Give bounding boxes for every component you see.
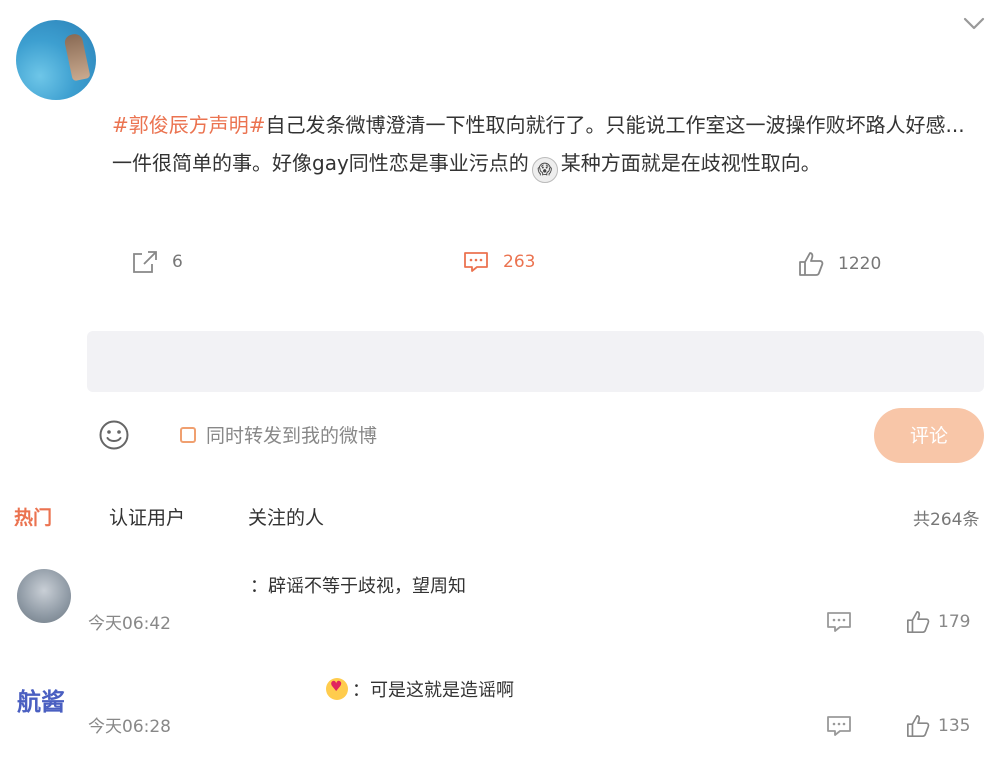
avatar-figure (63, 32, 91, 82)
like-count: 1220 (838, 254, 882, 274)
comment-time: 今天06:42 (88, 614, 171, 634)
comment-text: ：辟谣不等于歧视，望周知 (250, 576, 466, 597)
like-icon (799, 252, 824, 276)
comment-icon (464, 252, 488, 272)
comment-total: 共264条 (913, 510, 980, 530)
comment-button[interactable]: 263 (463, 248, 535, 276)
shocked-emoji-icon: 😱 (531, 157, 558, 183)
heart-eyes-emoji-icon (326, 678, 348, 700)
like-icon (907, 715, 930, 737)
reply-icon[interactable] (826, 714, 852, 742)
comment-like-button[interactable]: 135 (906, 714, 970, 738)
submit-comment-button[interactable]: 评论 (874, 408, 984, 463)
like-icon (907, 611, 930, 633)
avatar[interactable] (17, 569, 71, 623)
comment-text: ：可是这就是造谣啊 (352, 680, 514, 701)
reply-icon[interactable] (826, 610, 852, 638)
repost-icon (133, 251, 157, 273)
repost-checkbox-label: 同时转发到我的微博 (206, 425, 378, 447)
comment-like-button[interactable]: 179 (906, 610, 970, 634)
repost-count: 6 (172, 252, 183, 272)
hashtag-link[interactable]: #郭俊辰方声明# (112, 113, 266, 137)
smile-icon[interactable] (98, 419, 130, 455)
comment-time: 今天06:28 (88, 717, 171, 737)
tab-following[interactable]: 关注的人 (248, 503, 324, 530)
author-avatar[interactable] (16, 20, 96, 100)
like-button[interactable]: 1220 (798, 250, 881, 278)
comment-like-count: 179 (938, 612, 971, 632)
comment-like-count: 135 (938, 716, 971, 736)
repost-button[interactable]: 6 (132, 248, 183, 276)
repost-checkbox-row[interactable]: 同时转发到我的微博 (180, 421, 377, 448)
post-body: #郭俊辰方声明#自己发条微博澄清一下性取向就行了。只能说工作室这一波操作败坏路人… (112, 106, 982, 183)
avatar[interactable]: 航酱 (17, 682, 77, 722)
comment-input[interactable] (87, 331, 984, 392)
repost-checkbox[interactable] (180, 426, 196, 443)
comment-count: 263 (503, 252, 536, 272)
comment-text-row: ：可是这就是造谣啊 (326, 676, 514, 702)
tab-verified-users[interactable]: 认证用户 (109, 503, 185, 530)
chevron-down-icon[interactable] (962, 14, 986, 38)
post-text-part2: 某种方面就是在歧视性取向。 (560, 151, 821, 175)
tab-hot[interactable]: 热门 (14, 503, 52, 530)
